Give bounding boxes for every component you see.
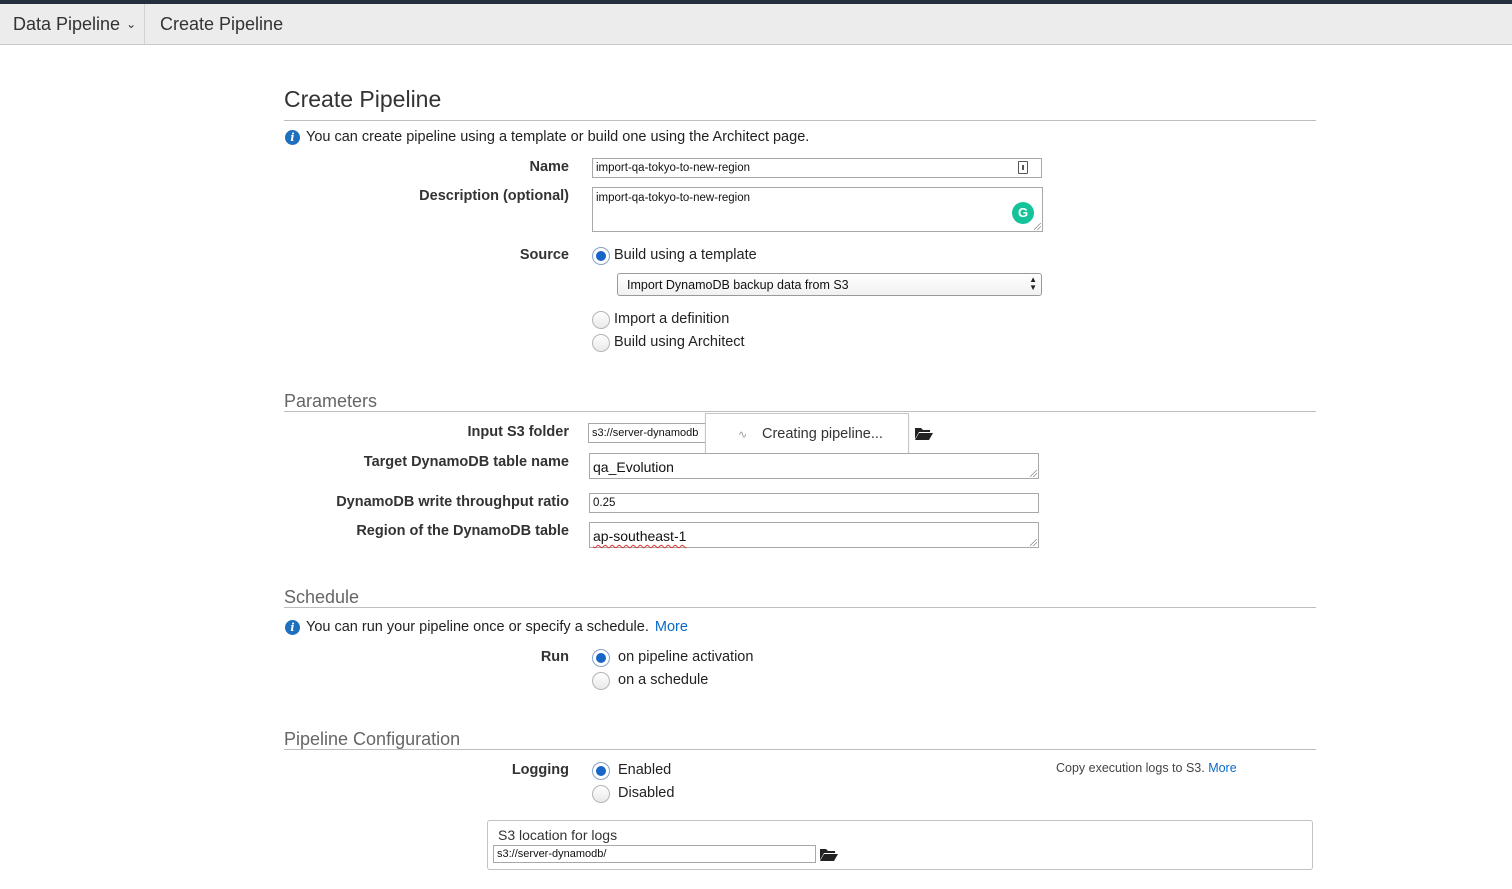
logging-more-link[interactable]: More bbox=[1208, 761, 1236, 775]
run-label: Run bbox=[540, 649, 569, 665]
creating-pipeline-toast: ∿ Creating pipeline... bbox=[705, 413, 909, 454]
region-value: ap-southeast-1 bbox=[593, 528, 687, 544]
run-radio-activation[interactable] bbox=[592, 649, 610, 667]
s3-logs-field[interactable] bbox=[493, 845, 816, 863]
parameters-heading: Parameters bbox=[284, 391, 378, 411]
s3-logs-label: S3 location for logs bbox=[498, 827, 618, 843]
source-option-architect-label[interactable]: Build using Architect bbox=[614, 334, 745, 350]
description-value: import-qa-tokyo-to-new-region bbox=[596, 192, 751, 204]
chevron-down-icon: ⌄ bbox=[126, 17, 137, 31]
select-arrows-icon: ▲ ▼ bbox=[1029, 275, 1037, 292]
info-icon: i bbox=[285, 619, 300, 635]
folder-open-icon[interactable] bbox=[819, 846, 839, 862]
source-radio-architect[interactable] bbox=[592, 334, 610, 352]
logging-radio-enabled[interactable] bbox=[592, 762, 610, 780]
schedule-heading: Schedule bbox=[284, 587, 360, 607]
throughput-field[interactable] bbox=[589, 493, 1039, 513]
schedule-info-text: You can run your pipeline once or specif… bbox=[306, 619, 649, 635]
password-manager-icon[interactable] bbox=[1018, 161, 1028, 174]
run-option-activation-label[interactable]: on pipeline activation bbox=[618, 649, 753, 665]
info-icon: i bbox=[285, 129, 300, 145]
region-field[interactable]: ap-southeast-1 bbox=[589, 522, 1039, 548]
template-select[interactable]: Import DynamoDB backup data from S3 ▲ ▼ bbox=[617, 273, 1042, 296]
resize-grip-icon[interactable] bbox=[1034, 223, 1041, 230]
source-label: Source bbox=[519, 247, 569, 263]
pipeline-config-heading: Pipeline Configuration bbox=[284, 729, 461, 749]
source-radio-import[interactable] bbox=[592, 311, 610, 329]
logging-label: Logging bbox=[511, 762, 569, 778]
region-label: Region of the DynamoDB table bbox=[356, 523, 569, 539]
name-label: Name bbox=[529, 159, 570, 175]
description-label: Description (optional) bbox=[419, 188, 569, 204]
logging-help: Copy execution logs to S3. More bbox=[1056, 761, 1237, 775]
source-option-template-label[interactable]: Build using a template bbox=[614, 247, 757, 263]
target-table-value: qa_Evolution bbox=[593, 459, 674, 475]
logging-option-enabled-label[interactable]: Enabled bbox=[618, 762, 671, 778]
target-table-field[interactable]: qa_Evolution bbox=[589, 453, 1039, 479]
schedule-info-row: i You can run your pipeline once or spec… bbox=[285, 619, 688, 635]
resize-grip-icon[interactable] bbox=[1030, 470, 1037, 477]
page-title: Create Pipeline bbox=[284, 86, 442, 112]
template-select-value: Import DynamoDB backup data from S3 bbox=[627, 277, 849, 292]
breadcrumb-current-page: Create Pipeline bbox=[160, 13, 284, 34]
service-navbar: Data Pipeline ⌄ Create Pipeline bbox=[0, 4, 1512, 45]
title-divider bbox=[284, 120, 1316, 121]
logging-help-text: Copy execution logs to S3. bbox=[1056, 761, 1205, 775]
s3-logs-panel: S3 location for logs bbox=[487, 820, 1313, 870]
throughput-label: DynamoDB write throughput ratio bbox=[336, 494, 569, 510]
folder-open-icon[interactable] bbox=[914, 425, 934, 441]
spinner-icon: ∿ bbox=[738, 429, 748, 441]
source-radio-template[interactable] bbox=[592, 247, 610, 265]
intro-info-row: i You can create pipeline using a templa… bbox=[285, 129, 809, 145]
service-menu-label: Data Pipeline bbox=[13, 13, 121, 34]
run-option-schedule-label[interactable]: on a schedule bbox=[618, 672, 708, 688]
logging-option-disabled-label[interactable]: Disabled bbox=[618, 785, 674, 801]
pipeline-config-divider bbox=[284, 749, 1316, 750]
service-menu-button[interactable]: Data Pipeline ⌄ bbox=[0, 4, 145, 44]
target-table-label: Target DynamoDB table name bbox=[363, 454, 569, 470]
name-input[interactable] bbox=[592, 158, 1042, 178]
run-radio-schedule[interactable] bbox=[592, 672, 610, 690]
input-s3-label: Input S3 folder bbox=[467, 424, 570, 440]
source-option-import-label[interactable]: Import a definition bbox=[614, 311, 729, 327]
description-textarea[interactable]: import-qa-tokyo-to-new-region bbox=[592, 187, 1043, 232]
intro-text: You can create pipeline using a template… bbox=[306, 129, 810, 145]
schedule-divider bbox=[284, 607, 1316, 608]
parameters-divider bbox=[284, 411, 1316, 412]
grammarly-icon[interactable]: G bbox=[1012, 202, 1034, 224]
toast-message: Creating pipeline... bbox=[762, 425, 883, 442]
logging-radio-disabled[interactable] bbox=[592, 785, 610, 803]
resize-grip-icon[interactable] bbox=[1030, 539, 1037, 546]
schedule-more-link[interactable]: More bbox=[655, 619, 688, 635]
